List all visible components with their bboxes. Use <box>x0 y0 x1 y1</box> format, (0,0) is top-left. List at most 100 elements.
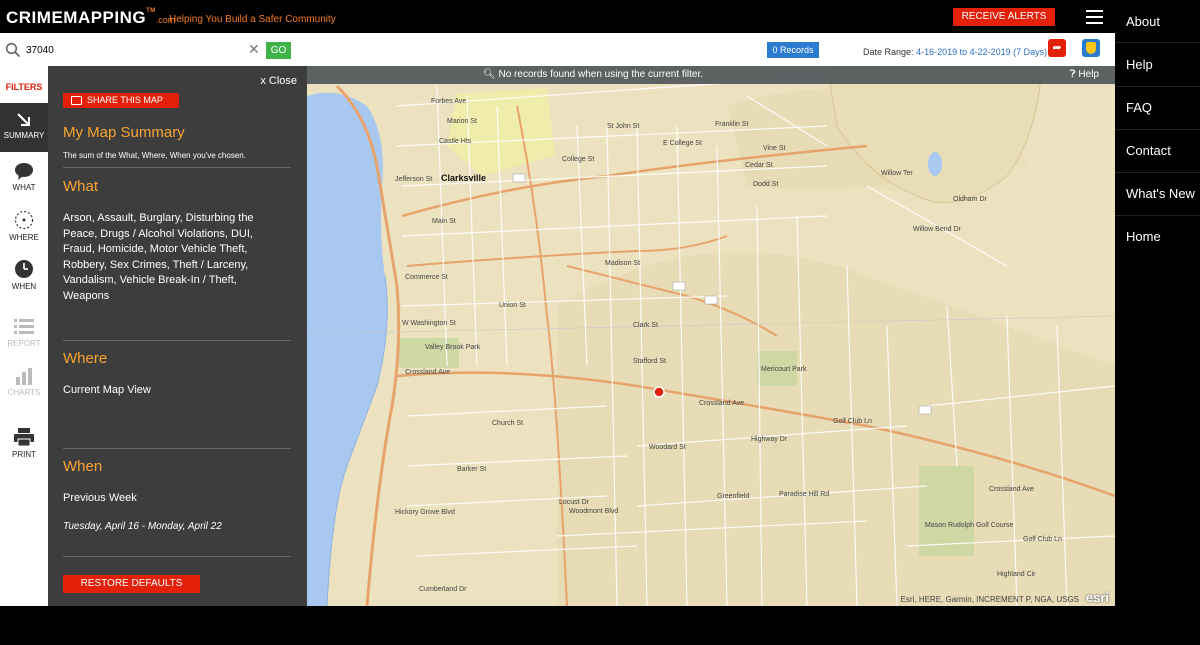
map-label: Main St <box>432 218 456 225</box>
help-circle-icon: ❓︎ <box>1069 69 1076 80</box>
map-label: Willow Bend Dr <box>913 226 961 233</box>
search-toolbar: ✕ GO 0 Records Date Range: 4-16-2019 to … <box>0 33 1115 66</box>
hamburger-menu-icon[interactable] <box>1086 10 1103 24</box>
print-tab[interactable]: PRINT <box>0 427 48 459</box>
top-header: CRIMEMAPPINGTM.com Helping You Build a S… <box>0 0 1115 33</box>
divider <box>63 167 291 168</box>
bar-chart-icon <box>16 368 32 385</box>
list-report-icon <box>14 319 34 334</box>
report-tab[interactable]: REPORT <box>0 318 48 348</box>
menu-divider <box>1115 172 1200 173</box>
summary-title: My Map Summary <box>63 124 185 141</box>
map-label: Highland Cir <box>997 571 1036 578</box>
search-icon <box>5 42 21 58</box>
what-summary: Arson, Assault, Burglary, Disturbing the… <box>63 212 254 302</box>
location-search-input[interactable] <box>26 43 246 57</box>
charts-tab[interactable]: CHARTS <box>0 367 48 397</box>
share-label: SHARE THIS MAP <box>87 95 163 105</box>
when-label: WHEN <box>11 282 37 291</box>
map-label-park: Mericourt Park <box>761 366 807 373</box>
summary-subtitle: The sum of the What, Where, When you've … <box>63 151 246 160</box>
map-label: Crossland Ave <box>699 400 745 407</box>
map-label: W Washington St <box>402 320 456 327</box>
records-count-button[interactable]: 0 Records <box>767 42 819 58</box>
where-summary: Current Map View <box>63 384 151 396</box>
no-records-message: 🔍︎ No records found when using the curre… <box>483 69 703 80</box>
clock-icon <box>15 260 33 278</box>
right-nav-menu: About Help FAQ Contact What's New Home <box>1115 0 1200 260</box>
map-label: Woodmont Blvd <box>569 508 619 515</box>
map-label: Cedar St <box>745 162 773 169</box>
map-label: Franklin St <box>715 121 749 128</box>
map-label-park: Valley Brook Park <box>425 344 481 351</box>
menu-item-home[interactable]: Home <box>1126 229 1161 244</box>
map-label: Paradise Hill Rd <box>779 491 830 498</box>
share-icon <box>71 96 82 105</box>
report-label: REPORT <box>7 339 41 348</box>
map-help-link[interactable]: ❓︎ Help <box>1070 69 1099 80</box>
print-label: PRINT <box>12 450 36 459</box>
map-label: Locust Dr <box>559 499 589 506</box>
filters-tab[interactable]: FILTERS <box>0 82 48 92</box>
menu-item-help[interactable]: Help <box>1126 57 1153 72</box>
date-range-value[interactable]: 4-16-2019 to 4-22-2019 (7 Days) <box>916 47 1047 57</box>
what-heading: What <box>63 178 99 195</box>
summary-tab[interactable]: SUMMARY <box>0 103 48 152</box>
help-label: Help <box>1078 69 1099 80</box>
map-label: Oldham Dr <box>953 196 987 203</box>
menu-item-faq[interactable]: FAQ <box>1126 100 1152 115</box>
clear-search-icon[interactable]: ✕ <box>248 41 260 58</box>
map-label: Golf Club Ln <box>1023 536 1062 543</box>
menu-item-contact[interactable]: Contact <box>1126 143 1171 158</box>
map-label: Crossland Ave <box>405 369 451 376</box>
when-tab[interactable]: WHEN <box>0 259 48 291</box>
share-arrow-icon[interactable]: ➦ <box>1048 39 1066 57</box>
where-tab[interactable]: WHERE <box>0 210 48 242</box>
logo-trademark: TM <box>146 8 156 14</box>
restore-defaults-button[interactable]: RESTORE DEFAULTS <box>63 575 200 593</box>
map-attribution: Esri, HERE, Garmin, INCREMENT P, NGA, US… <box>900 595 1079 604</box>
app-root: CRIMEMAPPINGTM.com Helping You Build a S… <box>0 0 1200 645</box>
map-label: Union St <box>499 302 526 309</box>
map-label: Cumberland Dr <box>419 586 467 593</box>
what-tab[interactable]: WHAT <box>0 162 48 192</box>
map-label: Barker St <box>457 466 487 473</box>
map-label: Stafford St <box>633 358 666 365</box>
menu-item-about[interactable]: About <box>1126 14 1160 29</box>
map-label: Madison St <box>605 260 641 267</box>
police-badge-icon[interactable] <box>1082 39 1100 57</box>
map-label-clarksville: Clarksville <box>441 173 487 183</box>
close-panel-link[interactable]: x Close <box>260 75 297 87</box>
map-filter-banner: 🔍︎ No records found when using the curre… <box>307 66 1115 84</box>
menu-divider <box>1115 129 1200 130</box>
logo-text: CRIMEMAPPING <box>6 8 147 27</box>
charts-label: CHARTS <box>7 388 41 397</box>
crime-map[interactable]: Clarksville Forbes Ave Marion St Castle … <box>307 66 1115 606</box>
map-label-park: Mason Rudolph Golf Course <box>925 522 1014 529</box>
summary-label: SUMMARY <box>3 131 45 140</box>
map-label: Highway Dr <box>751 436 788 443</box>
receive-alerts-button[interactable]: RECEIVE ALERTS <box>953 8 1055 26</box>
left-icon-rail: FILTERS SUMMARY WHAT WHERE WHEN REPORT C… <box>0 66 48 606</box>
share-this-map-button[interactable]: SHARE THIS MAP <box>63 93 179 108</box>
menu-item-whats-new[interactable]: What's New <box>1126 186 1195 201</box>
map-label: Vine St <box>763 145 786 152</box>
map-label: Church St <box>492 420 524 427</box>
map-label: E College St <box>663 140 702 147</box>
map-label: Crossland Ave <box>989 486 1035 493</box>
esri-logo: esri <box>1085 590 1109 605</box>
when-heading: When <box>63 458 103 475</box>
menu-divider <box>1115 215 1200 216</box>
no-records-text: No records found when using the current … <box>498 69 704 80</box>
speech-bubble-icon <box>15 163 33 180</box>
map-label: Dodd St <box>753 181 779 188</box>
crimemapping-logo[interactable]: CRIMEMAPPINGTM.com <box>6 8 175 28</box>
menu-divider <box>1115 86 1200 87</box>
map-label: Clark St <box>633 322 658 329</box>
map-summary-panel: x Close SHARE THIS MAP My Map Summary Th… <box>48 66 307 606</box>
go-button[interactable]: GO <box>266 42 291 59</box>
map-label: Commerce St <box>405 274 448 281</box>
tagline: Helping You Build a Safer Community <box>169 14 336 25</box>
summary-arrow-icon <box>17 113 30 126</box>
divider <box>63 340 291 341</box>
